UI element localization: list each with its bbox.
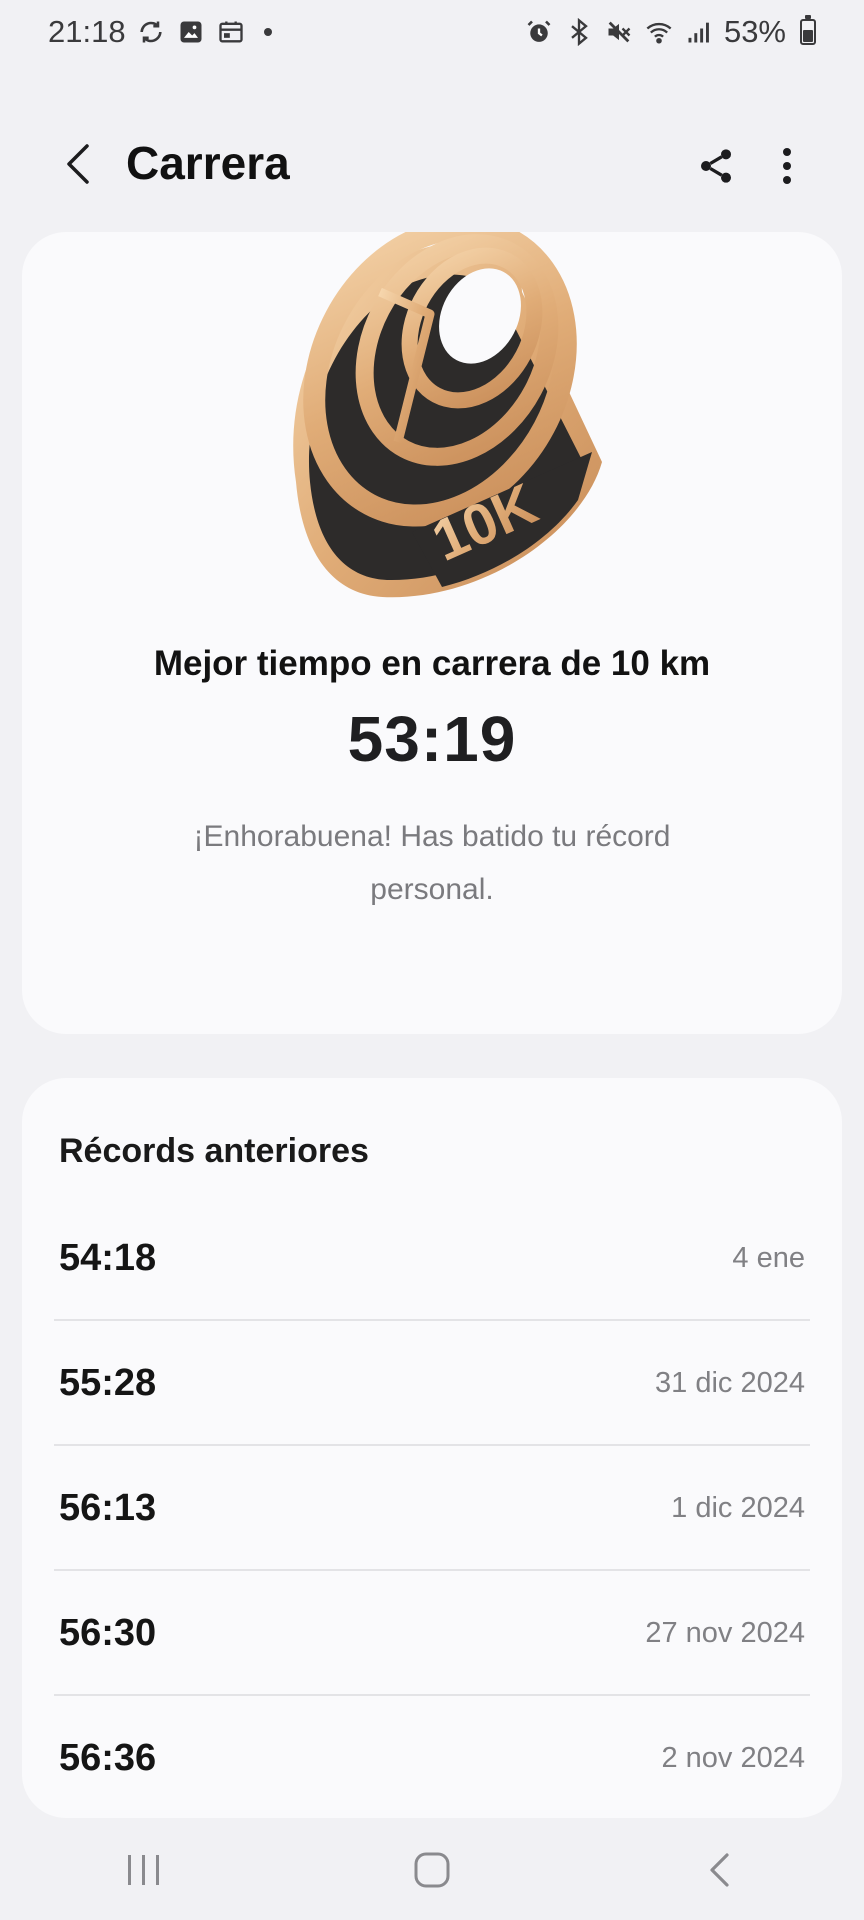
share-icon — [701, 149, 731, 183]
record-date: 1 dic 2024 — [671, 1492, 805, 1524]
record-row: 56:13 1 dic 2024 — [22, 1446, 842, 1571]
chevron-left-icon — [67, 144, 89, 184]
share-button[interactable] — [690, 140, 742, 192]
record-date: 4 ene — [732, 1242, 805, 1274]
battery-icon — [800, 15, 816, 45]
wifi-icon — [644, 17, 674, 47]
previous-records-list: 54:18 4 ene 55:28 31 dic 2024 56:13 1 di… — [22, 1196, 842, 1818]
battery-fill — [803, 30, 813, 42]
more-options-button[interactable] — [762, 140, 812, 192]
record-date: 2 nov 2024 — [661, 1742, 805, 1774]
best-time-value: 53:19 — [347, 703, 517, 775]
record-row: 56:30 27 nov 2024 — [22, 1571, 842, 1696]
back-nav-button[interactable] — [675, 1835, 765, 1905]
home-icon — [414, 1852, 450, 1888]
recents-icon — [128, 1855, 159, 1885]
record-row: 55:28 31 dic 2024 — [22, 1321, 842, 1446]
personal-best-card: 10K Mejor tiempo en carrera de 10 km 53:… — [22, 232, 842, 1034]
10k-medal-icon: 10K — [293, 232, 602, 598]
record-date: 31 dic 2024 — [655, 1367, 805, 1399]
record-row: 56:36 2 nov 2024 — [22, 1696, 842, 1818]
record-row: 54:18 4 ene — [22, 1196, 842, 1321]
gallery-icon — [176, 17, 206, 47]
alarm-icon — [524, 17, 554, 47]
signal-icon — [684, 17, 714, 47]
app-bar: Carrera — [0, 120, 864, 210]
record-time: 55:28 — [59, 1362, 157, 1404]
previous-records-card: Récords anteriores 54:18 4 ene 55:28 31 … — [22, 1078, 842, 1818]
congratulations-message: ¡Enhorabuena! Has batido tu récord perso… — [193, 820, 671, 906]
status-bar: 21:18 53% — [0, 0, 864, 64]
best-time-heading: Mejor tiempo en carrera de 10 km — [153, 644, 711, 683]
sync-icon — [136, 17, 166, 47]
notification-dot — [263, 28, 272, 36]
page-title: Carrera — [126, 137, 290, 189]
record-time: 56:36 — [59, 1737, 157, 1779]
system-navigation-bar — [0, 1820, 864, 1920]
recent-apps-button[interactable] — [99, 1835, 189, 1905]
status-left: 21:18 — [48, 14, 272, 50]
record-time: 56:13 — [59, 1487, 157, 1529]
back-button[interactable] — [52, 138, 104, 190]
status-right: 53% — [524, 14, 816, 50]
mute-icon — [604, 17, 634, 47]
record-date: 27 nov 2024 — [645, 1617, 805, 1649]
previous-records-title: Récords anteriores — [59, 1132, 369, 1170]
status-time: 21:18 — [48, 14, 126, 49]
calendar-icon — [216, 17, 246, 47]
more-vert-icon — [783, 148, 791, 184]
home-button[interactable] — [387, 1835, 477, 1905]
battery-percent: 53% — [723, 14, 786, 49]
record-time: 56:30 — [59, 1612, 157, 1654]
back-nav-icon — [710, 1853, 729, 1887]
record-time: 54:18 — [59, 1237, 157, 1279]
bluetooth-icon — [564, 17, 594, 47]
